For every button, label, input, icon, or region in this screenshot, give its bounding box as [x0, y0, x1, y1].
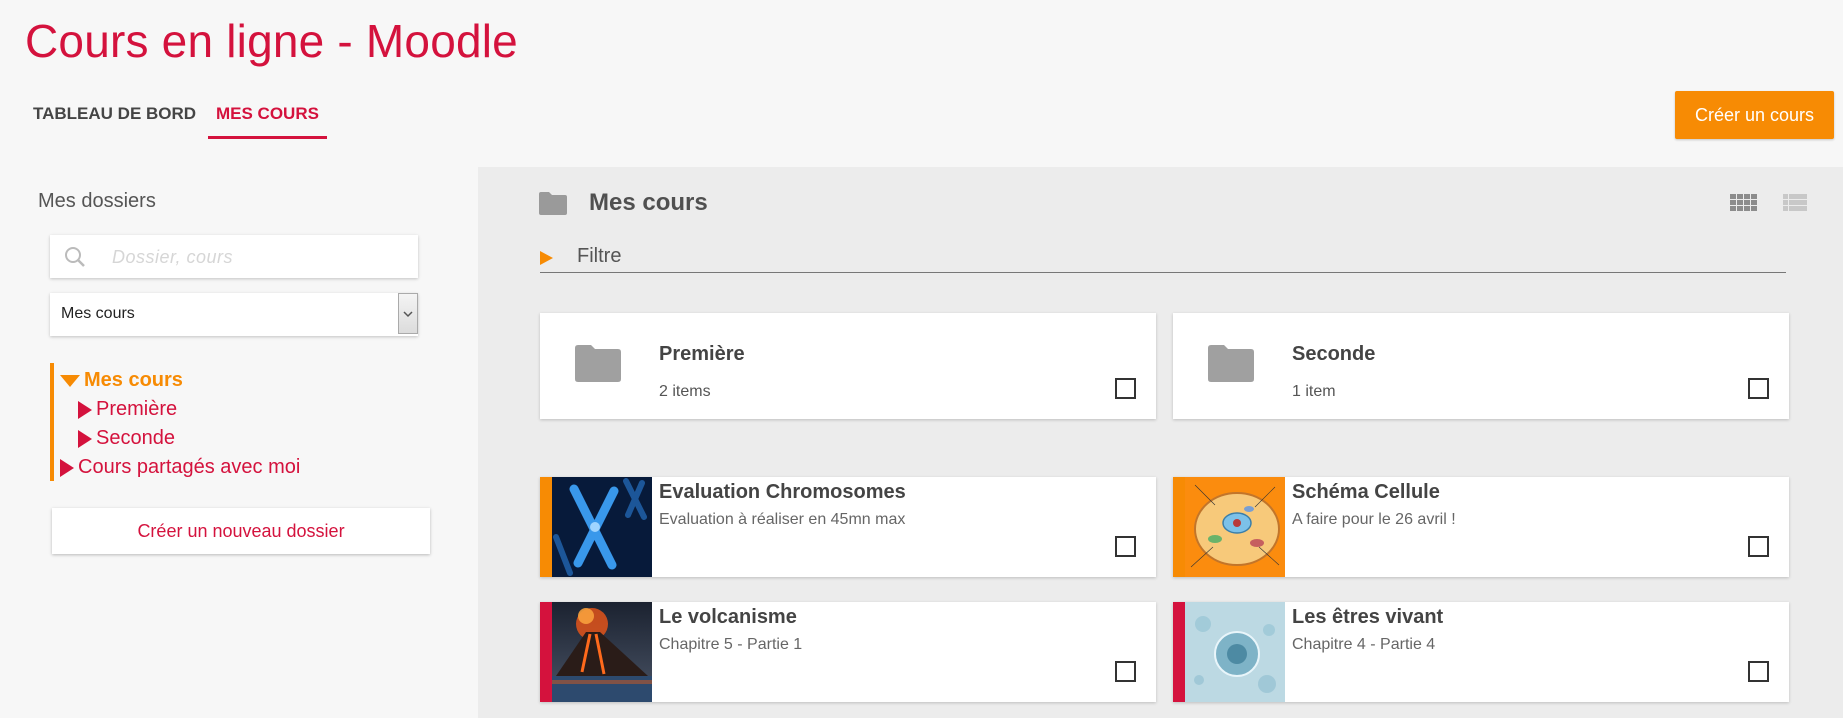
course-card-le-volcanisme[interactable]: Le volcanisme Chapitre 5 - Partie 1 — [540, 602, 1156, 702]
tree-item-premiere[interactable]: Première — [78, 398, 177, 421]
course-description: Chapitre 4 - Partie 4 — [1292, 636, 1436, 653]
folder-search — [50, 235, 418, 278]
course-name: Le volcanisme — [659, 606, 797, 628]
caret-right-icon — [78, 400, 92, 419]
select-checkbox[interactable] — [1748, 661, 1769, 682]
select-checkbox[interactable] — [1748, 378, 1769, 399]
folder-select-value: Mes cours — [61, 305, 135, 322]
folder-name: Seconde — [1292, 343, 1376, 365]
course-description: Chapitre 5 - Partie 1 — [659, 636, 803, 653]
select-checkbox[interactable] — [1115, 378, 1136, 399]
tab-mes-cours[interactable]: MES COURS — [208, 104, 327, 139]
create-course-button[interactable]: Créer un cours — [1675, 91, 1834, 139]
course-card-schema-cellule[interactable]: Schéma Cellule A faire pour le 26 avril … — [1173, 477, 1789, 577]
folder-item-count: 2 items — [659, 383, 711, 400]
chromosomes-image — [552, 477, 652, 577]
course-description: Evaluation à réaliser en 45mn max — [659, 511, 906, 528]
course-color-stripe — [540, 602, 552, 702]
select-checkbox[interactable] — [1115, 536, 1136, 557]
course-card-les-etres-vivant[interactable]: Les êtres vivant Chapitre 4 - Partie 4 — [1173, 602, 1789, 702]
search-input[interactable] — [110, 241, 404, 273]
search-icon — [65, 247, 85, 267]
folder-card-seconde[interactable]: Seconde 1 item — [1173, 313, 1789, 419]
tree-item-seconde[interactable]: Seconde — [78, 427, 175, 450]
sidebar-title: Mes dossiers — [38, 190, 156, 212]
course-card-evaluation-chromosomes[interactable]: Evaluation Chromosomes Evaluation à réal… — [540, 477, 1156, 577]
folder-name: Première — [659, 343, 745, 365]
grid-view-icon[interactable] — [1730, 194, 1758, 216]
tree-item-label: Mes cours — [84, 369, 183, 391]
caret-down-icon — [60, 374, 80, 387]
tab-tableau-de-bord[interactable]: TABLEAU DE BORD — [25, 104, 204, 136]
volcano-image — [552, 602, 652, 702]
create-folder-button[interactable]: Créer un nouveau dossier — [52, 508, 430, 554]
tree-item-label: Seconde — [96, 427, 175, 449]
folder-card-premiere[interactable]: Première 2 items — [540, 313, 1156, 419]
course-description: A faire pour le 26 avril ! — [1292, 511, 1456, 528]
folder-icon — [539, 192, 567, 215]
filter-label: Filtre — [577, 245, 622, 267]
list-view-icon[interactable] — [1783, 194, 1807, 216]
course-color-stripe — [1173, 477, 1185, 577]
tree-item-label: Cours partagés avec moi — [78, 456, 301, 478]
caret-right-icon — [540, 251, 553, 265]
course-color-stripe — [540, 477, 552, 577]
course-name: Les êtres vivant — [1292, 606, 1444, 628]
courses-panel: Mes cours Filtre Première 2 items Second… — [478, 167, 1843, 718]
course-name: Evaluation Chromosomes — [659, 481, 906, 503]
page-title: Cours en ligne - Moodle — [25, 15, 518, 67]
tree-item-label: Première — [96, 398, 178, 420]
panel-title: Mes cours — [589, 189, 708, 216]
folder-icon — [1208, 345, 1254, 382]
chevron-down-icon[interactable] — [398, 293, 418, 334]
caret-right-icon — [60, 458, 74, 477]
select-checkbox[interactable] — [1115, 661, 1136, 682]
folder-select[interactable]: Mes cours — [50, 293, 418, 336]
folder-icon — [575, 345, 621, 382]
select-checkbox[interactable] — [1748, 536, 1769, 557]
folder-tree: Mes cours Première Seconde Cours partagé… — [50, 363, 374, 481]
cell-diagram-image — [1185, 477, 1285, 577]
folder-item-count: 1 item — [1292, 383, 1336, 400]
course-color-stripe — [1173, 602, 1185, 702]
caret-right-icon — [78, 429, 92, 448]
tree-item-cours-partages[interactable]: Cours partagés avec moi — [60, 456, 300, 479]
cell-microscope-image — [1185, 602, 1285, 702]
tree-item-mes-cours[interactable]: Mes cours — [60, 369, 183, 392]
filter-toggle[interactable]: Filtre — [540, 245, 1786, 273]
course-name: Schéma Cellule — [1292, 481, 1440, 503]
